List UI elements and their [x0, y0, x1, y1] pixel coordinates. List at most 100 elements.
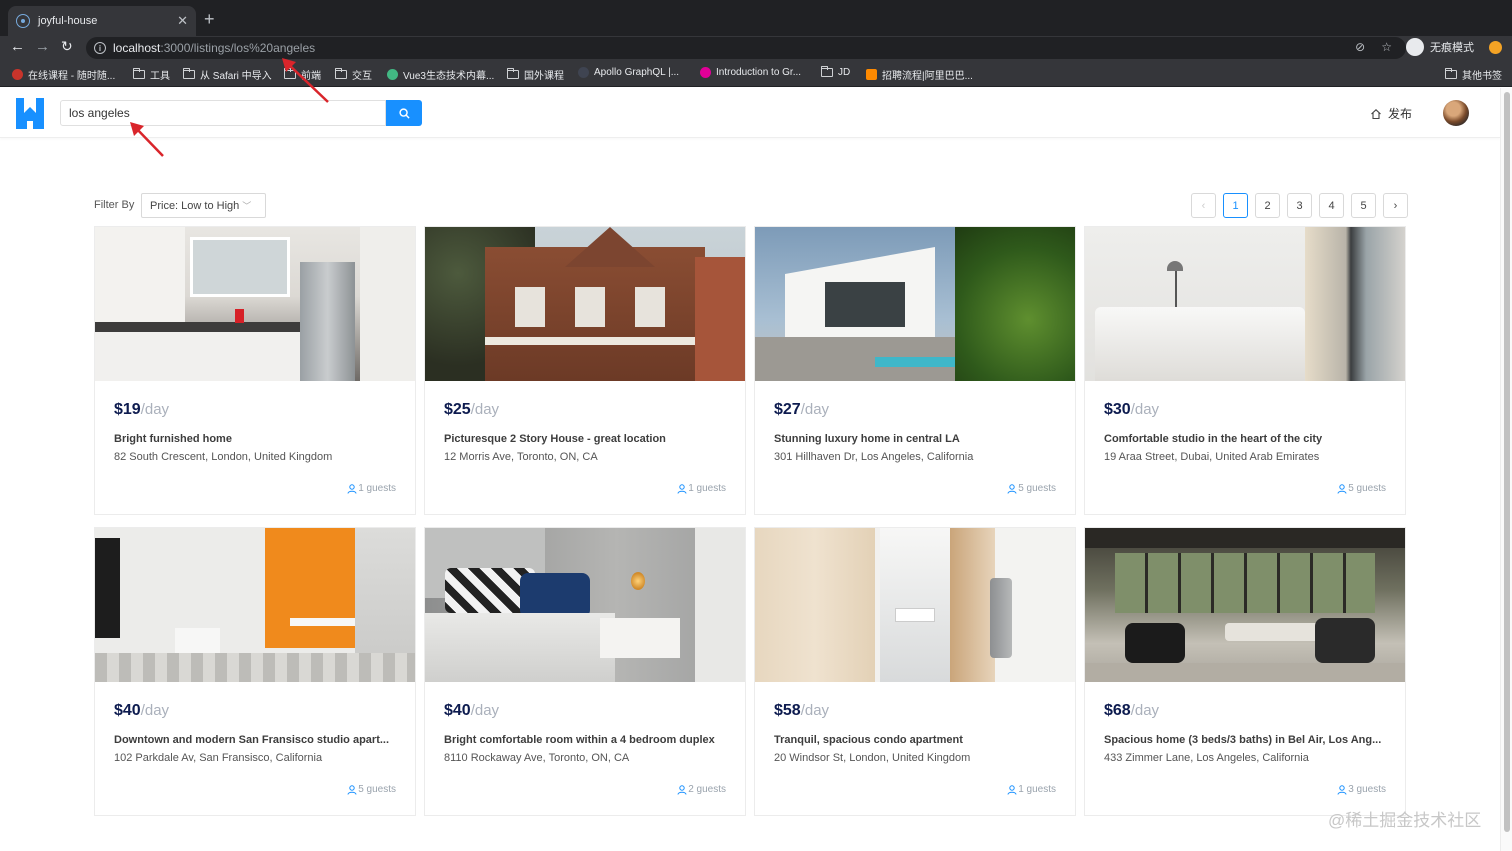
listing-card[interactable]: $40/day Downtown and modern San Fransisc…: [94, 527, 416, 816]
bookmark-folder[interactable]: JD: [821, 66, 850, 78]
scrollbar-thumb[interactable]: [1504, 92, 1510, 832]
folder-icon: [821, 66, 833, 77]
filter-label: Filter By: [94, 199, 135, 211]
price-unit: /day: [1130, 702, 1160, 719]
listing-title: Tranquil, spacious condo apartment: [774, 734, 963, 746]
listing-price: $30: [1104, 401, 1131, 418]
search-icon: [398, 107, 410, 119]
bookmark-folder[interactable]: 工具: [133, 67, 170, 82]
next-page-button[interactable]: ›: [1383, 193, 1408, 218]
listing-card[interactable]: $27/day Stunning luxury home in central …: [754, 226, 1076, 515]
graphql-icon: [700, 67, 711, 78]
listing-title: Comfortable studio in the heart of the c…: [1104, 433, 1323, 445]
listing-address: 12 Morris Ave, Toronto, ON, CA: [444, 451, 598, 463]
profile-label: 无痕模式: [1430, 42, 1474, 54]
price-sort-select[interactable]: Price: Low to High ﹀: [141, 193, 266, 218]
listing-title: Spacious home (3 beds/3 baths) in Bel Ai…: [1104, 734, 1382, 746]
bookmark-item[interactable]: Apollo GraphQL |...: [578, 67, 679, 78]
price-unit: /day: [470, 401, 500, 418]
house-logo-icon[interactable]: [16, 98, 44, 129]
bookmark-item[interactable]: 招聘流程|阿里巴巴...: [866, 67, 973, 82]
page-1-button[interactable]: 1: [1223, 193, 1248, 218]
listing-photo-kitchen: [95, 227, 415, 381]
bookmarks-bar: 在线课程 - 随时随... 工具 从 Safari 中导入 前端 交互 Vue3…: [0, 60, 1512, 87]
bookmark-folder[interactable]: 交互: [335, 67, 372, 82]
listing-photo-studio-bedroom: [1085, 227, 1405, 381]
back-icon[interactable]: ←: [10, 38, 25, 55]
listing-photo-victorian-house: [425, 227, 745, 381]
user-icon: [677, 483, 687, 494]
listing-card[interactable]: $40/day Bright comfortable room within a…: [424, 527, 746, 816]
react-favicon-icon: [16, 14, 30, 28]
listing-address: 102 Parkdale Av, San Fransisco, Californ…: [114, 752, 323, 764]
listing-price: $58: [774, 702, 801, 719]
incognito-profile[interactable]: 无痕模式: [1406, 38, 1474, 56]
publish-label: 发布: [1388, 107, 1413, 121]
listing-card[interactable]: $19/day Bright furnished home 82 South C…: [94, 226, 416, 515]
page-5-button[interactable]: 5: [1351, 193, 1376, 218]
price-unit: /day: [470, 702, 500, 719]
bookmark-folder[interactable]: 国外课程: [507, 67, 564, 82]
guest-count: 1 guests: [677, 483, 726, 494]
search-input[interactable]: [60, 100, 386, 126]
url-host: localhost: [113, 41, 161, 55]
site-info-icon[interactable]: i: [94, 42, 106, 54]
bookmark-star-icon[interactable]: ☆: [1381, 40, 1392, 54]
listing-photo-condo: [755, 528, 1075, 682]
forward-icon[interactable]: →: [35, 38, 50, 55]
listing-address: 8110 Rockaway Ave, Toronto, ON, CA: [444, 752, 630, 764]
listing-address: 19 Araa Street, Dubai, United Arab Emira…: [1104, 451, 1320, 463]
pagination: ‹ 1 2 3 4 5 ›: [1191, 193, 1408, 218]
user-icon: [347, 483, 357, 494]
new-tab-icon[interactable]: +: [204, 9, 215, 30]
listing-photo-sf-studio: [95, 528, 415, 682]
user-avatar[interactable]: [1443, 100, 1469, 126]
bookmark-item[interactable]: 在线课程 - 随时随...: [12, 67, 115, 82]
reload-icon[interactable]: ↻: [61, 38, 73, 55]
annotation-arrow-search: [130, 122, 164, 157]
listing-card[interactable]: $58/day Tranquil, spacious condo apartme…: [754, 527, 1076, 816]
prev-page-button[interactable]: ‹: [1191, 193, 1216, 218]
user-icon: [1007, 784, 1017, 795]
url-path: :3000/listings/los%20angeles: [160, 41, 316, 55]
eye-off-icon[interactable]: ⊘: [1355, 40, 1365, 54]
bookmark-folder[interactable]: 从 Safari 中导入: [183, 67, 272, 82]
listing-address: 20 Windsor St, London, United Kingdom: [774, 752, 971, 764]
user-icon: [1007, 483, 1017, 494]
bookmark-item[interactable]: Introduction to Gr...: [700, 67, 801, 78]
guest-count: 1 guests: [347, 483, 396, 494]
browser-tab[interactable]: joyful-house ✕: [8, 6, 196, 36]
close-tab-icon[interactable]: ✕: [177, 13, 188, 29]
listing-title: Stunning luxury home in central LA: [774, 433, 960, 445]
page-scrollbar[interactable]: [1500, 88, 1512, 851]
page-4-button[interactable]: 4: [1319, 193, 1344, 218]
listing-title: Downtown and modern San Fransisco studio…: [114, 734, 390, 746]
guest-count: 5 guests: [1337, 483, 1386, 494]
price-unit: /day: [800, 702, 830, 719]
other-bookmarks-folder[interactable]: 其他书签: [1445, 67, 1502, 82]
listing-title: Bright furnished home: [114, 433, 232, 445]
guest-count: 5 guests: [347, 784, 396, 795]
page-2-button[interactable]: 2: [1255, 193, 1280, 218]
listing-card[interactable]: $68/day Spacious home (3 beds/3 baths) i…: [1084, 527, 1406, 816]
listing-address: 82 South Crescent, London, United Kingdo…: [114, 451, 333, 463]
user-icon: [1337, 784, 1347, 795]
listing-price: $40: [444, 702, 471, 719]
browser-tab-bar: joyful-house ✕ +: [0, 0, 1512, 36]
page-3-button[interactable]: 3: [1287, 193, 1312, 218]
apollo-icon: [578, 67, 589, 78]
listings-grid: $19/day Bright furnished home 82 South C…: [94, 226, 1406, 816]
guest-count: 5 guests: [1007, 483, 1056, 494]
bookmark-item[interactable]: Vue3生态技术内幕...: [387, 67, 494, 82]
publish-link[interactable]: 发布: [1370, 105, 1412, 122]
tab-title: joyful-house: [38, 15, 98, 27]
search-button[interactable]: [386, 100, 422, 126]
listing-card[interactable]: $30/day Comfortable studio in the heart …: [1084, 226, 1406, 515]
guest-count: 1 guests: [1007, 784, 1056, 795]
extension-icon[interactable]: [1489, 41, 1502, 54]
price-unit: /day: [800, 401, 830, 418]
listing-card[interactable]: $25/day Picturesque 2 Story House - grea…: [424, 226, 746, 515]
vue-icon: [387, 69, 398, 80]
folder-icon: [507, 68, 519, 79]
home-icon: [1371, 108, 1381, 119]
